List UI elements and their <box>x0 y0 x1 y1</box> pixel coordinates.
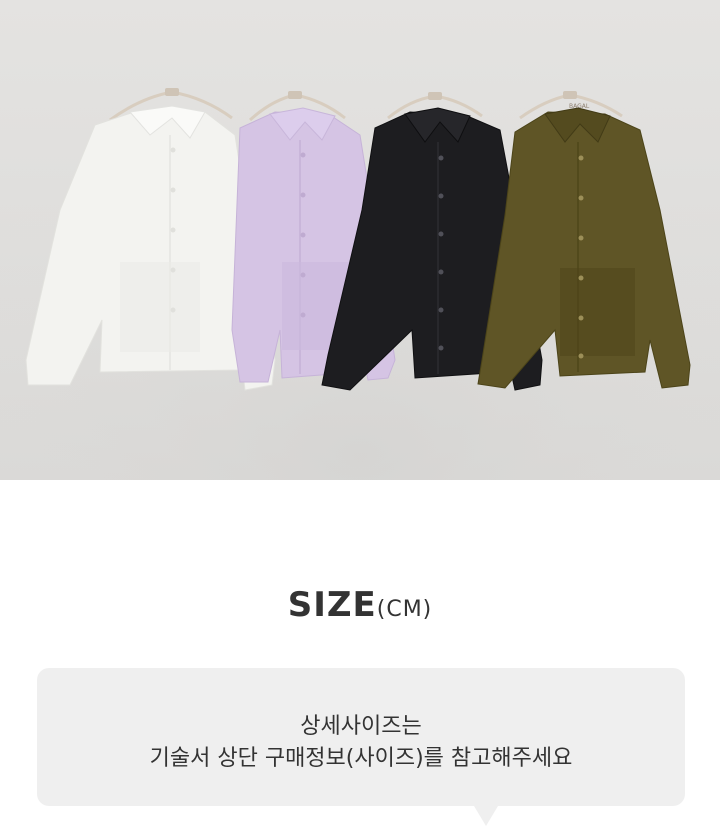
notice-bubble-tail <box>474 806 498 826</box>
notice-line-2: 기술서 상단 구매정보(사이즈)를 참고해주세요 <box>149 746 573 771</box>
size-heading: SIZE(CM) <box>0 585 720 625</box>
notice-line-1: 상세사이즈는 <box>300 714 422 739</box>
product-photo: BAGAL <box>0 0 720 480</box>
size-title: SIZE <box>287 585 377 625</box>
size-notice-box: 상세사이즈는 기술서 상단 구매정보(사이즈)를 참고해주세요 <box>37 668 685 806</box>
size-unit: (CM) <box>376 597 433 622</box>
